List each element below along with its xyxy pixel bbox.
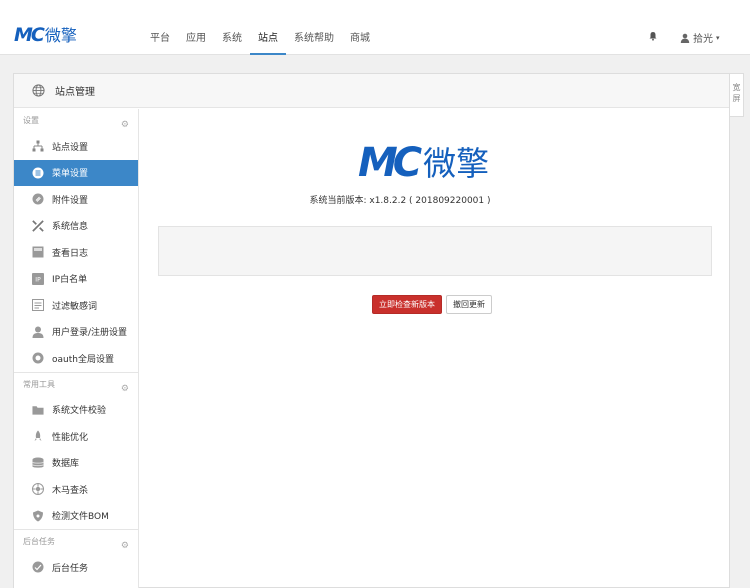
sidebar-item-menu-settings[interactable]: 菜单设置 [14, 159, 138, 186]
nav-item-help[interactable]: 系统帮助 [286, 0, 342, 55]
main-panel: 站点管理 设置 ⚙ 站点设置 菜单设置 附件设置 系统信息 查看日志 IP IP… [13, 73, 730, 588]
sidebar-item-label: 查看日志 [52, 248, 89, 259]
logo-mark: MC [358, 140, 422, 186]
user-icon [32, 326, 44, 338]
filter-icon [32, 299, 44, 312]
sidebar-item-database[interactable]: 数据库 [14, 450, 138, 477]
brand-logo[interactable]: MC 微擎 [14, 26, 77, 45]
sidebar-item-trojan-scan[interactable]: 木马查杀 [14, 476, 138, 503]
svg-text:IP: IP [35, 276, 41, 283]
product-logo: MC 微擎 [358, 143, 489, 183]
sidebar-item-label: IP白名单 [52, 275, 88, 286]
user-menu[interactable]: 拾光 ▾ [680, 30, 720, 45]
logo-mark: MC [14, 24, 45, 46]
panel-header: 站点管理 [14, 74, 729, 108]
globe-icon [32, 84, 45, 97]
sidebar-group-title: 常用工具 [23, 379, 55, 389]
sidebar-item-label: 站点设置 [52, 142, 89, 153]
panel-title: 站点管理 [55, 87, 95, 98]
shield-icon [32, 510, 44, 522]
sitemap-icon [32, 140, 44, 152]
log-icon [32, 246, 44, 258]
nav-item-system[interactable]: 系统 [214, 0, 250, 55]
sidebar-item-site-settings[interactable]: 站点设置 [14, 133, 138, 160]
sidebar-item-label: 检测文件BOM [52, 512, 109, 523]
logo-text: 微擎 [44, 25, 77, 45]
sidebar-item-label: 后台任务 [52, 563, 89, 574]
action-buttons: 立即检查新版本 撤回更新 [372, 295, 492, 314]
sidebar-item-label: 数据库 [52, 459, 80, 470]
sidebar-item-label: 用户登录/注册设置 [52, 328, 128, 339]
task-icon [32, 561, 44, 573]
nav-item-store[interactable]: 商城 [342, 0, 378, 55]
sidebar-item-label: 性能优化 [52, 432, 89, 443]
sidebar-item-label: oauth全局设置 [52, 354, 114, 365]
nav-item-platform[interactable]: 平台 [142, 0, 178, 55]
sidebar-item-view-logs[interactable]: 查看日志 [14, 239, 138, 266]
sidebar-item-label: 附件设置 [52, 195, 89, 206]
sidebar-item-label: 菜单设置 [52, 169, 89, 180]
sidebar-group-tools: 常用工具 ⚙ [14, 373, 138, 397]
wide-screen-toggle[interactable]: 宽屏 [730, 73, 744, 117]
sidebar-item-login-settings[interactable]: 用户登录/注册设置 [14, 319, 138, 346]
sidebar-item-label: 系统文件校验 [52, 406, 107, 417]
nav-item-apps[interactable]: 应用 [178, 0, 214, 55]
attachment-icon [32, 193, 44, 205]
sidebar-item-ip-whitelist[interactable]: IP IP白名单 [14, 266, 138, 293]
tools-icon [32, 220, 44, 232]
top-navbar: MC 微擎 平台 应用 系统 站点 系统帮助 商城 拾光 ▾ [0, 0, 750, 55]
menu-icon [32, 167, 44, 179]
sidebar-item-bom-check[interactable]: 检测文件BOM [14, 503, 138, 530]
rocket-icon [32, 430, 44, 442]
sidebar-item-attachment-settings[interactable]: 附件设置 [14, 186, 138, 213]
logo-text: 微擎 [423, 143, 490, 183]
sidebar-group-settings: 设置 ⚙ [14, 109, 138, 133]
sidebar-item-file-check[interactable]: 系统文件校验 [14, 397, 138, 424]
chevron-down-icon: ▾ [716, 33, 720, 42]
rollback-update-button[interactable]: 撤回更新 [446, 295, 492, 314]
content-area: MC 微擎 系统当前版本: x1.8.2.2 ( 201809220001 ) … [140, 109, 729, 588]
sidebar-item-label: 木马查杀 [52, 485, 89, 496]
bell-icon[interactable] [648, 31, 658, 41]
database-icon [32, 457, 44, 469]
oauth-icon [32, 352, 44, 364]
sidebar-item-background-tasks[interactable]: 后台任务 [14, 554, 138, 581]
sidebar-item-oauth-settings[interactable]: oauth全局设置 [14, 345, 138, 372]
sidebar-group-title: 后台任务 [23, 537, 55, 546]
sidebar-item-performance[interactable]: 性能优化 [14, 423, 138, 450]
sidebar: 设置 ⚙ 站点设置 菜单设置 附件设置 系统信息 查看日志 IP IP白名单 过… [14, 109, 139, 588]
sidebar-item-system-info[interactable]: 系统信息 [14, 213, 138, 240]
user-name: 拾光 [693, 34, 713, 45]
virus-icon [32, 483, 44, 496]
sidebar-item-label: 过滤敏感词 [52, 301, 98, 312]
user-icon [680, 33, 690, 43]
sidebar-group-title: 设置 [23, 116, 39, 125]
version-text: 系统当前版本: x1.8.2.2 ( 201809220001 ) [309, 196, 491, 206]
main-nav: 平台 应用 系统 站点 系统帮助 商城 [142, 0, 378, 55]
sidebar-item-label: 系统信息 [52, 222, 89, 233]
nav-item-site[interactable]: 站点 [250, 0, 286, 55]
check-update-button[interactable]: 立即检查新版本 [372, 295, 442, 314]
ip-icon: IP [32, 272, 44, 285]
sidebar-item-filter-words[interactable]: 过滤敏感词 [14, 292, 138, 319]
folder-icon [32, 404, 44, 416]
update-info-box [158, 226, 712, 276]
sidebar-group-tasks: 后台任务 ⚙ [14, 530, 138, 554]
